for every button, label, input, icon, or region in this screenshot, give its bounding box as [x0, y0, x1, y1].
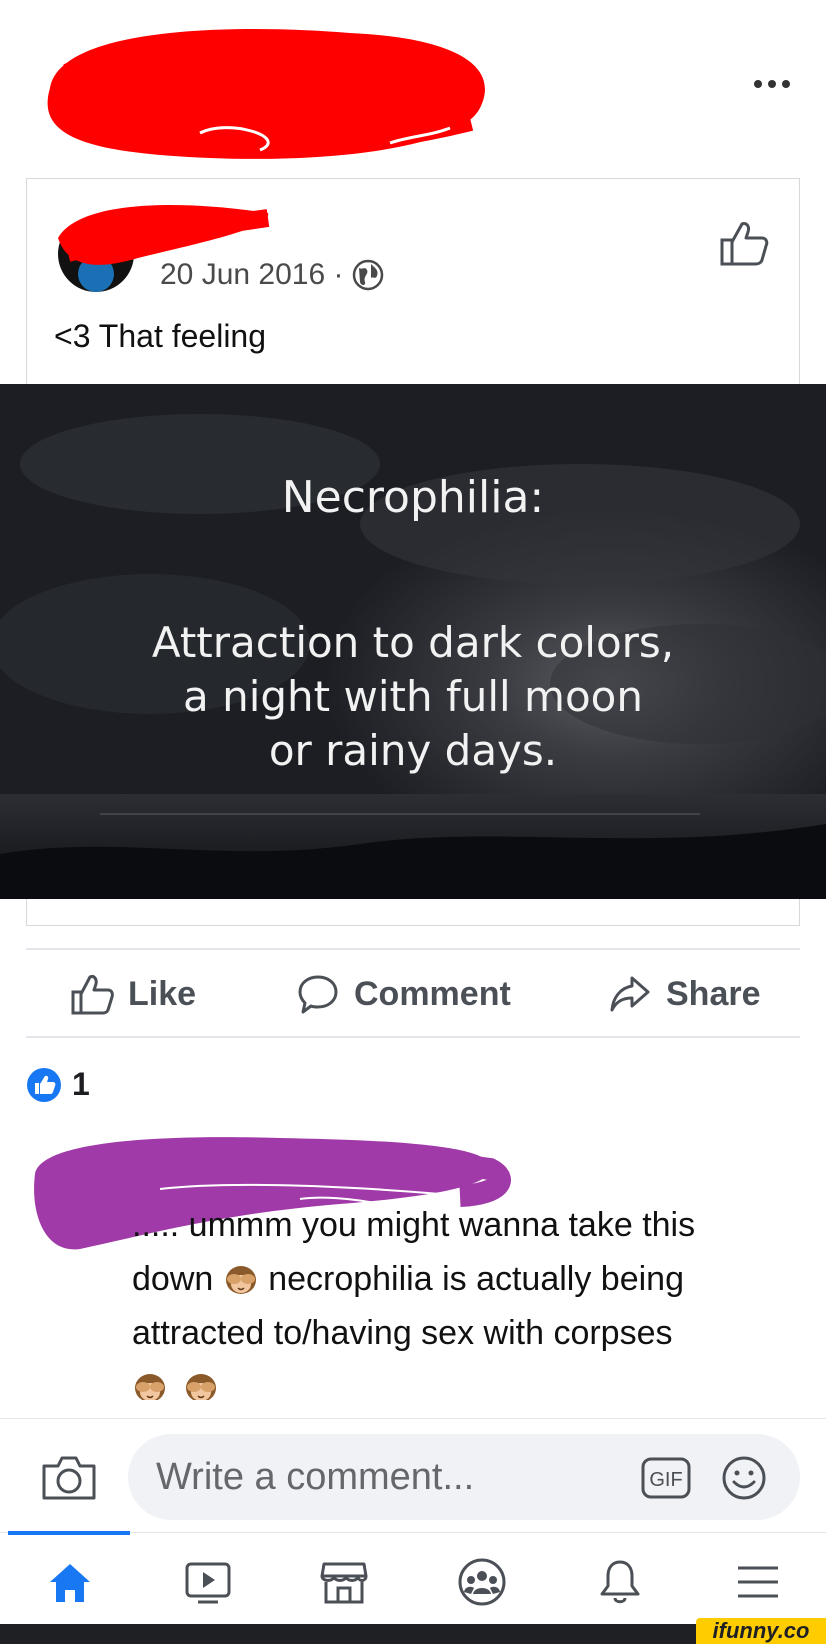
thumbs-up-outline-icon	[71, 975, 114, 1015]
tab-marketplace[interactable]	[314, 1552, 374, 1612]
reaction-count: 1	[72, 1066, 90, 1102]
share-label: Share	[666, 974, 761, 1013]
comment-input[interactable]	[156, 1455, 596, 1499]
emoji-icon[interactable]	[720, 1454, 768, 1502]
like-button[interactable]: Like	[70, 966, 196, 1022]
comment-emoji-line	[132, 1360, 812, 1400]
post-date-text: 20 Jun 2016 ·	[160, 258, 344, 291]
like-reaction-icon	[27, 1067, 61, 1102]
tab-home[interactable]	[40, 1552, 100, 1612]
more-options-icon[interactable]	[742, 72, 802, 96]
image-heading: Necrophilia:	[281, 472, 545, 523]
like-label: Like	[128, 974, 197, 1013]
watermark: ifunny.co	[696, 1618, 826, 1644]
comment-body: ..... ummm you might wanna take this dow…	[132, 1198, 812, 1400]
reaction-summary[interactable]: 1	[26, 1066, 90, 1103]
share-button[interactable]: Share	[608, 966, 761, 1022]
comment-bubble-icon	[298, 975, 338, 1014]
see-no-evil-monkey-icon	[135, 1374, 165, 1400]
bell-icon	[600, 1560, 640, 1604]
comment-line-2-text: necrophilia is actually being	[268, 1260, 684, 1298]
tab-groups[interactable]	[452, 1552, 512, 1612]
redaction-scribble	[47, 28, 485, 159]
comment-composer[interactable]	[128, 1434, 800, 1520]
comment-line: ..... ummm you might wanna take this	[132, 1206, 696, 1244]
camera-icon[interactable]	[40, 1452, 98, 1502]
globe-icon	[353, 259, 384, 291]
shared-post-text: <3 That feeling	[54, 318, 267, 354]
image-line: a night with full moon	[183, 672, 643, 721]
tab-menu[interactable]	[728, 1552, 788, 1612]
image-line: or rainy days.	[268, 726, 558, 775]
groups-icon	[458, 1558, 506, 1606]
tab-video[interactable]	[178, 1552, 238, 1612]
menu-icon	[738, 1566, 778, 1598]
video-icon	[185, 1562, 231, 1604]
gif-label: GIF	[649, 1469, 682, 1491]
divider	[26, 948, 800, 950]
post-date: 20 Jun 2016 ·	[160, 258, 385, 292]
comment-line-2: down necrophilia is actually being	[132, 1252, 812, 1306]
image-line: Attraction to dark colors,	[151, 618, 675, 667]
see-no-evil-monkey-icon	[225, 1266, 256, 1294]
active-tab-indicator	[8, 1531, 130, 1535]
comment-label: Comment	[354, 974, 511, 1013]
comment-button[interactable]: Comment	[296, 966, 511, 1022]
gif-icon[interactable]: GIF	[640, 1456, 692, 1500]
tab-notifications[interactable]	[590, 1552, 650, 1612]
comment-line-2-prefix: down	[132, 1260, 214, 1298]
see-no-evil-monkey-icon	[186, 1374, 217, 1400]
image-body: Attraction to dark colors, a night with …	[0, 616, 826, 778]
divider	[0, 1418, 826, 1419]
share-arrow-icon	[610, 976, 650, 1012]
thumbs-up-outline-icon[interactable]	[718, 218, 770, 268]
marketplace-icon	[320, 1562, 368, 1604]
home-icon	[50, 1564, 90, 1602]
post-image[interactable]: Necrophilia: Attraction to dark colors, …	[0, 384, 826, 899]
divider	[26, 1036, 800, 1038]
comment-line: attracted to/having sex with corpses	[132, 1314, 673, 1352]
